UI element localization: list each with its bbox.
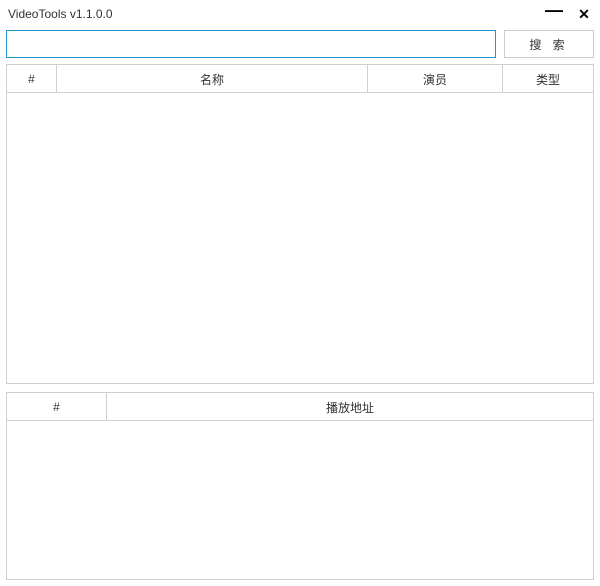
- col-header-index[interactable]: #: [7, 65, 57, 93]
- col-header-type[interactable]: 类型: [503, 65, 593, 93]
- playlist-table: # 播放地址: [6, 392, 594, 580]
- search-row: 搜 索: [0, 28, 600, 64]
- titlebar: VideoTools v1.1.0.0 — ✕: [0, 0, 600, 28]
- search-button[interactable]: 搜 索: [504, 30, 594, 58]
- search-input[interactable]: [6, 30, 496, 58]
- results-table-header: # 名称 演员 类型: [7, 65, 593, 93]
- close-button[interactable]: ✕: [576, 6, 592, 22]
- app-window: VideoTools v1.1.0.0 — ✕ 搜 索 # 名称 演员 类型: [0, 0, 600, 586]
- playlist-table-header: # 播放地址: [7, 393, 593, 421]
- minimize-icon: —: [545, 6, 563, 14]
- close-icon: ✕: [578, 6, 590, 23]
- titlebar-controls: — ✕: [546, 6, 592, 22]
- tables-area: # 名称 演员 类型 # 播放地址: [0, 64, 600, 586]
- col-header-name[interactable]: 名称: [57, 65, 368, 93]
- results-table: # 名称 演员 类型: [6, 64, 594, 384]
- minimize-button[interactable]: —: [546, 6, 562, 22]
- col-header-index[interactable]: #: [7, 393, 107, 421]
- col-header-url[interactable]: 播放地址: [107, 393, 593, 421]
- window-title: VideoTools v1.1.0.0: [8, 7, 113, 21]
- col-header-actor[interactable]: 演员: [368, 65, 503, 93]
